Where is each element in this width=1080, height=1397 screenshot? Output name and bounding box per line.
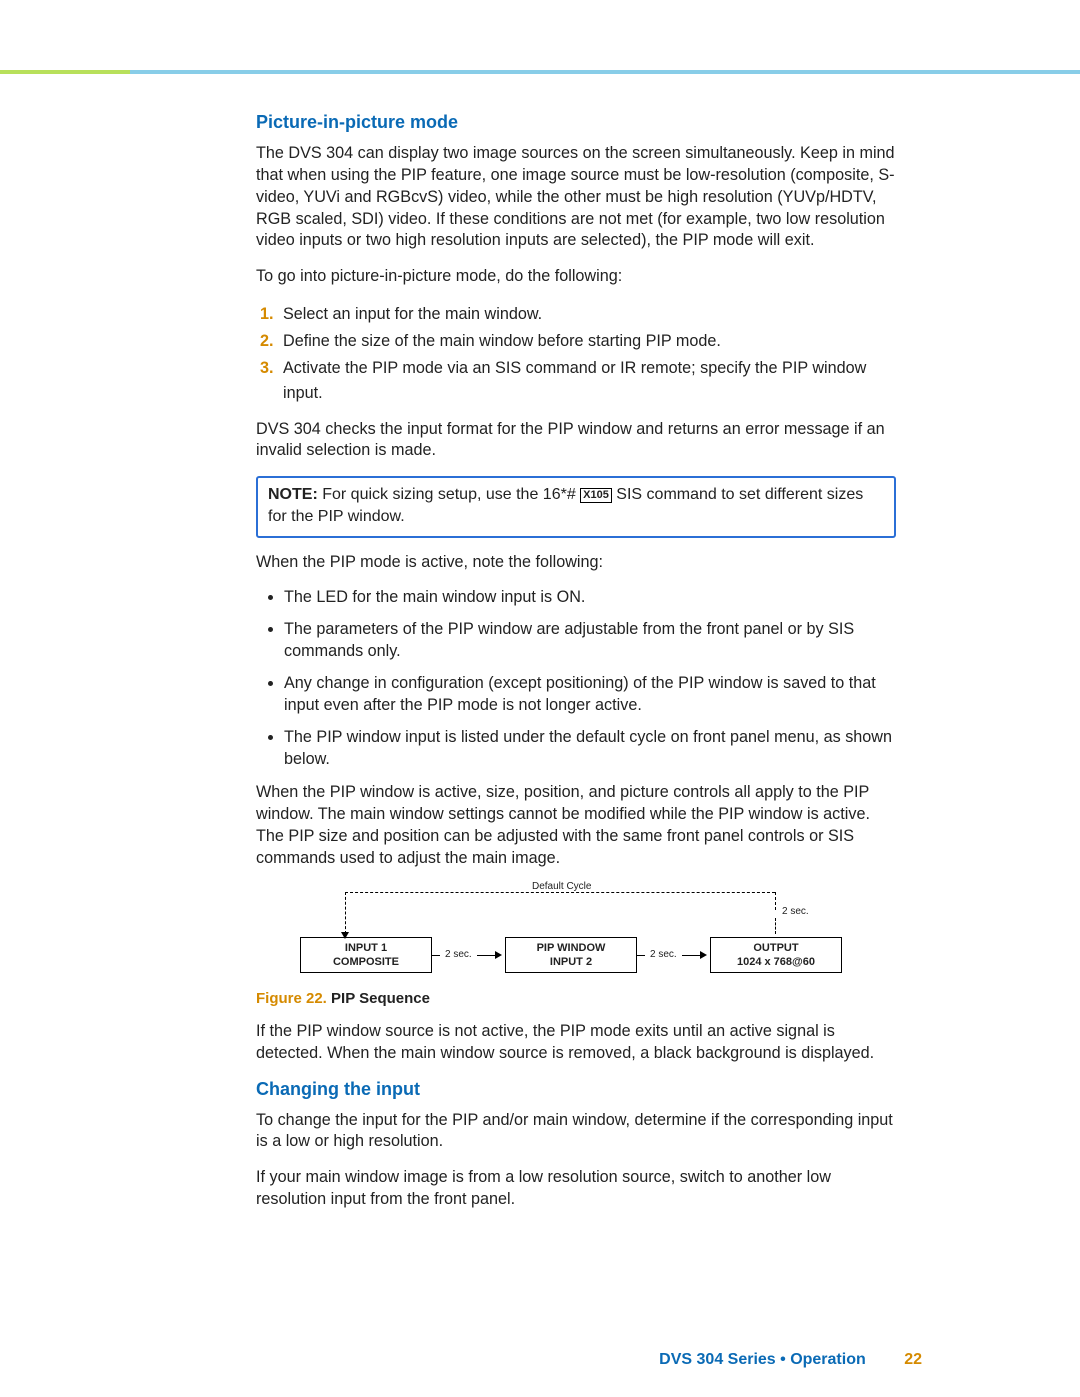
diagram-box-output: OUTPUT 1024 x 768@60 [710, 937, 842, 973]
figure-title: PIP Sequence [327, 990, 430, 1007]
list-item: Activate the PIP mode via an SIS command… [278, 356, 896, 406]
list-item: Select an input for the main window. [278, 302, 896, 327]
dashed-line [775, 892, 776, 910]
diagram-box-line1: INPUT 1 [301, 942, 431, 956]
diagram-box-line2: COMPOSITE [301, 956, 431, 970]
x105-badge: X105 [580, 488, 612, 503]
diagram-label-2sec: 2 sec. [445, 949, 472, 960]
dashed-line [345, 892, 346, 934]
paragraph: To go into picture-in-picture mode, do t… [256, 266, 896, 288]
arrow-line [682, 955, 702, 957]
page-footer: DVS 304 Series • Operation 22 [0, 1351, 1080, 1369]
heading-changing-input: Changing the input [256, 1079, 896, 1100]
ordered-list: Select an input for the main window. Def… [256, 302, 896, 406]
diagram-box-line2: 1024 x 768@60 [711, 956, 841, 970]
page-content: Picture-in-picture mode The DVS 304 can … [256, 112, 896, 1225]
arrowhead-right-icon [495, 951, 502, 959]
arrow-line [432, 955, 440, 957]
list-item: The PIP window input is listed under the… [284, 727, 896, 771]
note-text-pre: For quick sizing setup, use the 16*# [322, 486, 580, 503]
arrow-line [477, 955, 497, 957]
paragraph: The DVS 304 can display two image source… [256, 143, 896, 252]
note-label: NOTE: [268, 486, 318, 503]
page-number: 22 [904, 1351, 922, 1368]
heading-pip-mode: Picture-in-picture mode [256, 112, 896, 133]
arrow-line [637, 955, 645, 957]
diagram-box-line2: INPUT 2 [506, 956, 636, 970]
note-box: NOTE: For quick sizing setup, use the 16… [256, 476, 896, 537]
pip-sequence-diagram: Default Cycle 2 sec. INPUT 1 COMPOSITE P… [300, 884, 870, 984]
figure-label: Figure 22. [256, 990, 327, 1007]
list-item: The LED for the main window input is ON. [284, 587, 896, 609]
figure-caption: Figure 22. PIP Sequence [256, 990, 896, 1007]
diagram-label-2sec: 2 sec. [782, 906, 809, 917]
header-accent-green [0, 70, 130, 74]
header-accent-blue [130, 70, 1080, 74]
paragraph: When the PIP window is active, size, pos… [256, 782, 896, 869]
list-item: The parameters of the PIP window are adj… [284, 619, 896, 663]
diagram-label-2sec: 2 sec. [650, 949, 677, 960]
paragraph: To change the input for the PIP and/or m… [256, 1110, 896, 1154]
list-item: Define the size of the main window befor… [278, 329, 896, 354]
arrowhead-right-icon [700, 951, 707, 959]
list-item: Any change in configuration (except posi… [284, 673, 896, 717]
diagram-label-default-cycle: Default Cycle [532, 881, 591, 892]
diagram-box-pip: PIP WINDOW INPUT 2 [505, 937, 637, 973]
diagram-box-line1: PIP WINDOW [506, 942, 636, 956]
paragraph: When the PIP mode is active, note the fo… [256, 552, 896, 574]
paragraph: If the PIP window source is not active, … [256, 1021, 896, 1065]
dashed-line [345, 892, 775, 893]
diagram-box-line1: OUTPUT [711, 942, 841, 956]
footer-title: DVS 304 Series • Operation [659, 1351, 866, 1368]
diagram-box-input1: INPUT 1 COMPOSITE [300, 937, 432, 973]
paragraph: If your main window image is from a low … [256, 1167, 896, 1211]
dashed-line [775, 918, 776, 934]
unordered-list: The LED for the main window input is ON.… [256, 587, 896, 770]
paragraph: DVS 304 checks the input format for the … [256, 419, 896, 463]
